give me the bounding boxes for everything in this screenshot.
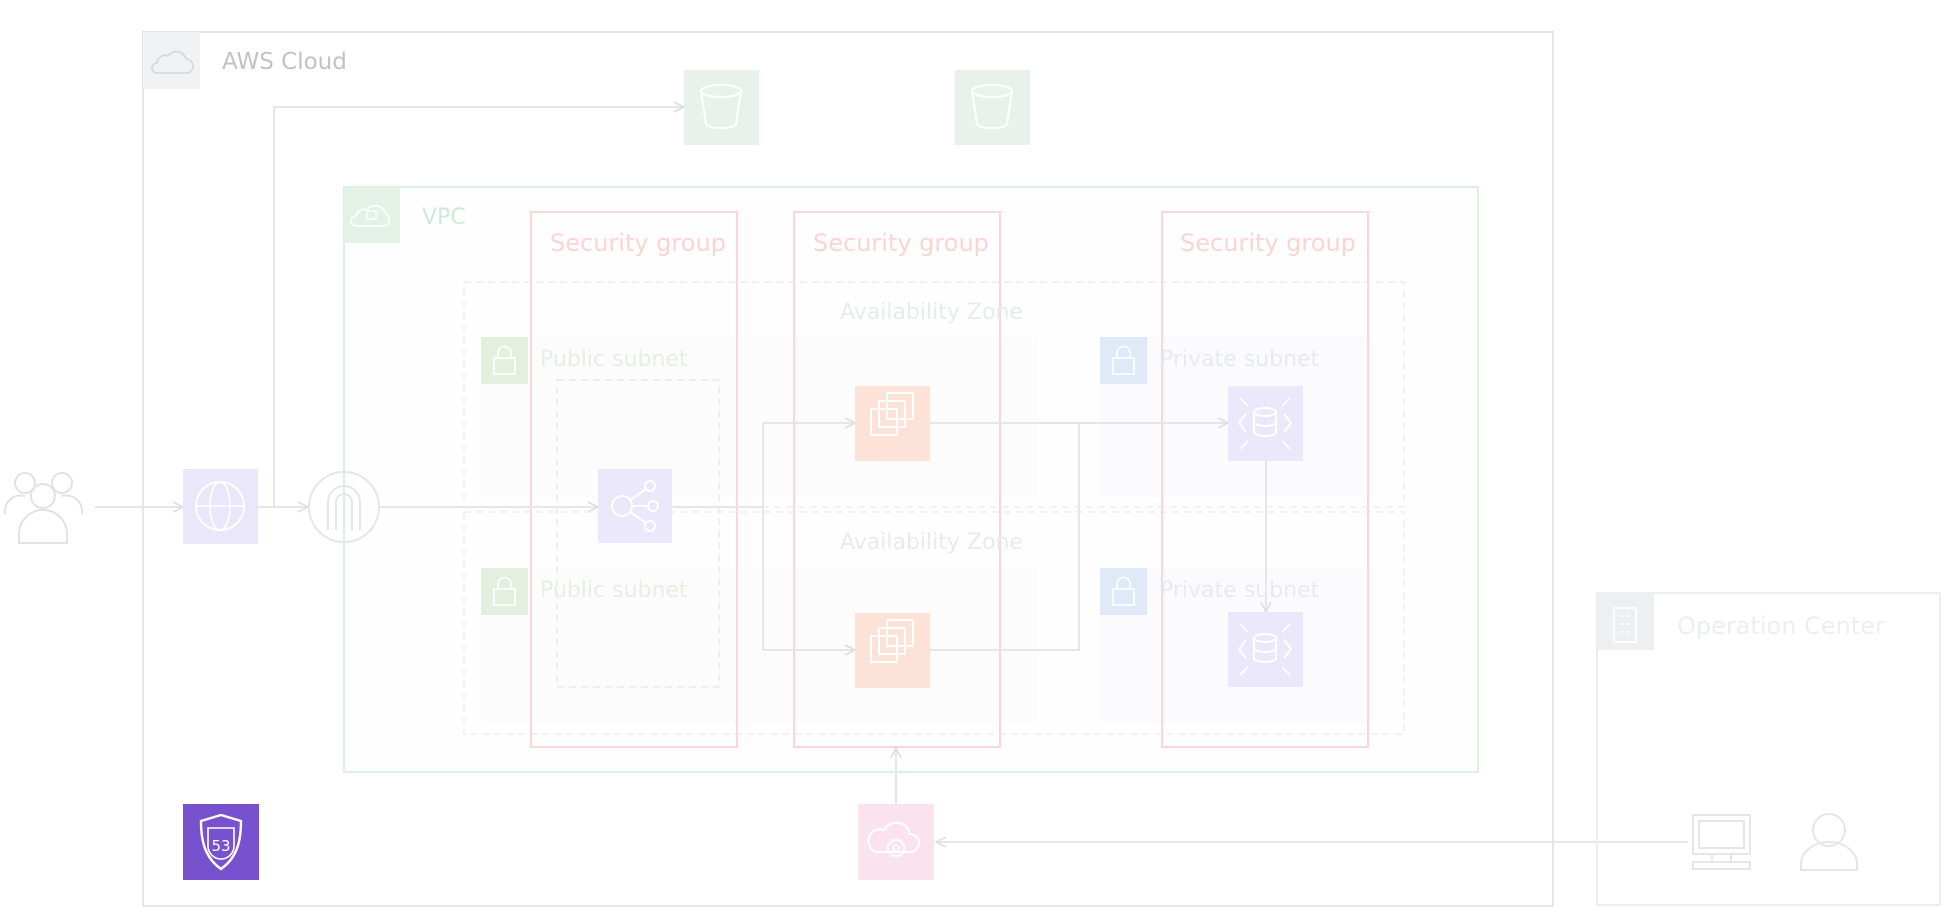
vpc-cloud-icon bbox=[344, 187, 400, 243]
users-icon bbox=[3, 472, 84, 544]
s3-bucket-icon bbox=[684, 70, 759, 145]
computer-icon bbox=[1692, 814, 1751, 870]
private-subnet-2-label: Private subnet bbox=[1160, 578, 1320, 603]
lock-icon bbox=[481, 337, 528, 384]
private-subnet-1-label: Private subnet bbox=[1160, 347, 1320, 372]
lock-icon bbox=[481, 568, 528, 615]
architecture-diagram: 53 bbox=[3, 31, 1941, 907]
management-icon bbox=[858, 804, 934, 880]
operation-center-label: Operation Center bbox=[1677, 612, 1885, 640]
route53-number: 53 bbox=[211, 837, 230, 855]
building-icon bbox=[1597, 593, 1654, 650]
ec2-icon bbox=[855, 386, 930, 461]
operator-icon bbox=[1800, 813, 1858, 871]
cloudfront-icon bbox=[183, 469, 258, 544]
rds-icon bbox=[1228, 386, 1303, 461]
lock-icon bbox=[1100, 568, 1147, 615]
public-subnet-2-label: Public subnet bbox=[540, 578, 688, 603]
rds-icon bbox=[1228, 612, 1303, 687]
availability-zone-1-label: Availability Zone bbox=[840, 300, 1023, 325]
s3-bucket-icon bbox=[955, 70, 1030, 145]
security-group-1-label: Security group bbox=[550, 229, 726, 257]
availability-zone-2-label: Availability Zone bbox=[840, 530, 1023, 555]
security-group-2-label: Security group bbox=[813, 229, 989, 257]
security-group-3-label: Security group bbox=[1180, 229, 1356, 257]
route53-icon: 53 bbox=[183, 804, 259, 880]
lock-icon bbox=[1100, 337, 1147, 384]
ec2-icon bbox=[855, 613, 930, 688]
public-subnet-1-label: Public subnet bbox=[540, 347, 688, 372]
cloud-icon bbox=[143, 32, 200, 89]
aws-cloud-label: AWS Cloud bbox=[222, 49, 347, 75]
load-balancer-icon bbox=[598, 469, 672, 543]
vpc-label: VPC bbox=[422, 205, 466, 230]
